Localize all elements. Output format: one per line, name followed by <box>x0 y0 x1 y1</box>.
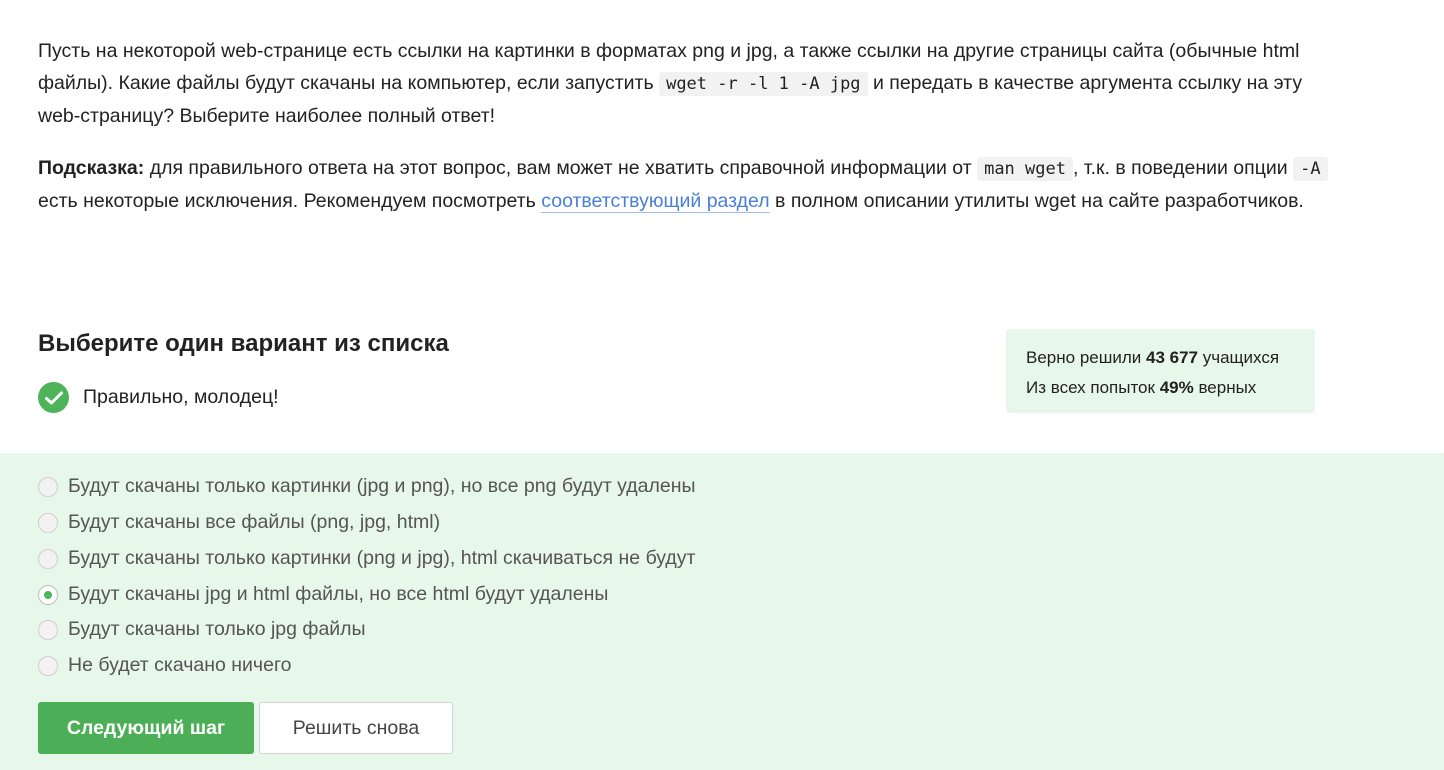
answer-option[interactable]: Будут скачаны все файлы (png, jpg, html) <box>38 511 440 534</box>
answer-option[interactable]: Будут скачаны только картинки (png и jpg… <box>38 547 695 570</box>
radio-button[interactable] <box>38 476 58 497</box>
next-step-button[interactable]: Следующий шаг <box>38 702 254 754</box>
radio-button[interactable] <box>38 619 58 640</box>
answer-option-label: Будут скачаны все файлы (png, jpg, html) <box>68 511 441 533</box>
answer-option-label: Будут скачаны только картинки (jpg и png… <box>68 475 696 497</box>
stats-solved: Верно решили 43 677 учащихся <box>1026 343 1295 373</box>
answer-option-label: Будут скачаны только jpg файлы <box>68 618 366 640</box>
code-snippet: man wget <box>977 157 1073 181</box>
code-snippet: -A <box>1293 157 1328 181</box>
stats-attempts-percent: 49% <box>1159 378 1194 397</box>
stats-attempts-prefix: Из всех попыток <box>1026 378 1160 397</box>
answer-option[interactable]: Будут скачаны только картинки (jpg и png… <box>38 475 696 498</box>
feedback-text: Правильно, молодец! <box>83 386 279 408</box>
answer-option-label: Будут скачаны только картинки (png и jpg… <box>68 547 696 569</box>
code-snippet: wget -r -l 1 -A jpg <box>659 72 868 96</box>
stats-solved-suffix: учащихся <box>1198 348 1280 367</box>
section-title: Выберите один вариант из списка <box>38 330 449 357</box>
radio-button-checked[interactable] <box>38 584 58 605</box>
stats-attempts: Из всех попыток 49% верных <box>1026 373 1295 403</box>
radio-button[interactable] <box>38 655 58 676</box>
hint-text-part: в полном описании утилиты wget на сайте … <box>769 190 1304 212</box>
question-text: Пусть на некоторой web-странице есть ссы… <box>38 35 1328 237</box>
question-paragraph: Пусть на некоторой web-странице есть ссы… <box>38 35 1328 132</box>
hint-text-part: , т.к. в поведении опции <box>1072 157 1294 179</box>
hint-label: Подсказка: <box>38 157 145 179</box>
answer-option[interactable]: Не будет скачано ничего <box>38 654 291 677</box>
answer-option-selected[interactable]: Будут скачаны jpg и html файлы, но все h… <box>38 583 608 606</box>
docs-section-link[interactable]: соответствующий раздел <box>541 190 770 213</box>
radio-button[interactable] <box>38 548 58 569</box>
radio-dot-icon <box>44 590 52 599</box>
answer-option-label: Не будет скачано ничего <box>68 654 292 676</box>
answer-option-label: Будут скачаны jpg и html файлы, но все h… <box>68 583 609 605</box>
radio-button[interactable] <box>38 512 58 533</box>
hint-text-part: для правильного ответа на этот вопрос, в… <box>144 157 978 179</box>
hint-text-part: есть некоторые исключения. Рекомендуем п… <box>38 190 542 212</box>
feedback-message: Правильно, молодец! <box>38 382 279 413</box>
stats-solved-prefix: Верно решили <box>1026 348 1146 367</box>
answer-option[interactable]: Будут скачаны только jpg файлы <box>38 618 366 641</box>
stats-box: Верно решили 43 677 учащихся Из всех поп… <box>1006 329 1315 413</box>
stats-solved-count: 43 677 <box>1146 348 1198 367</box>
stats-attempts-suffix: верных <box>1193 378 1257 397</box>
hint-paragraph: Подсказка: для правильного ответа на это… <box>38 152 1328 217</box>
retry-button[interactable]: Решить снова <box>259 702 453 754</box>
check-circle-icon <box>38 382 69 413</box>
